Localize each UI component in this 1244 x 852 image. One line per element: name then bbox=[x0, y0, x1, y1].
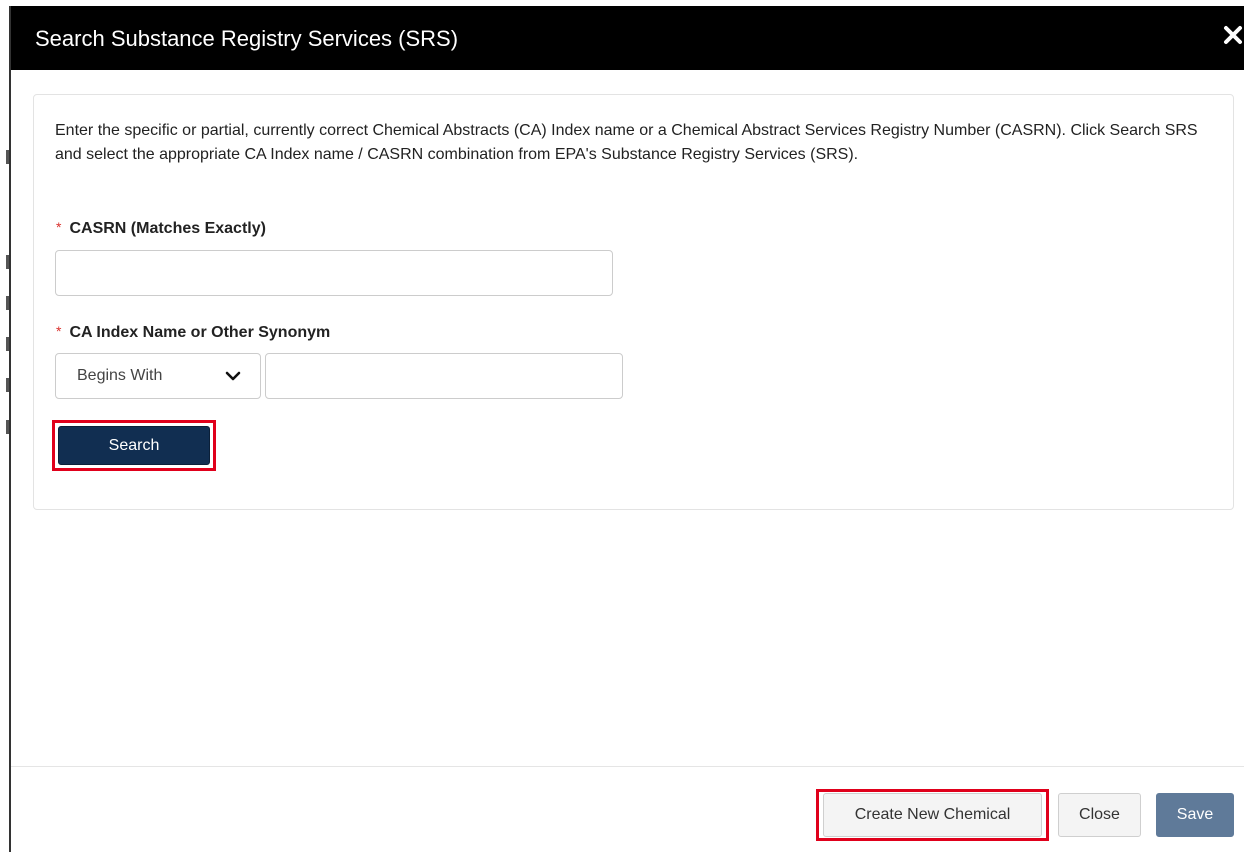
create-new-chemical-highlight: Create New Chemical bbox=[816, 789, 1049, 841]
chevron-down-icon bbox=[224, 369, 242, 383]
footer-divider bbox=[11, 766, 1244, 767]
srs-search-dialog: Search Substance Registry Services (SRS)… bbox=[9, 6, 1244, 852]
match-mode-value: Begins With bbox=[77, 367, 163, 384]
ca-index-name-label-text: CA Index Name or Other Synonym bbox=[69, 324, 331, 341]
search-button[interactable]: Search bbox=[58, 426, 210, 465]
ca-index-name-label: * CA Index Name or Other Synonym bbox=[56, 323, 331, 342]
create-new-chemical-button[interactable]: Create New Chemical bbox=[823, 793, 1042, 837]
required-asterisk: * bbox=[56, 219, 62, 235]
save-button[interactable]: Save bbox=[1156, 793, 1234, 837]
close-button[interactable]: Close bbox=[1058, 793, 1141, 837]
dialog-title: Search Substance Registry Services (SRS) bbox=[35, 26, 459, 51]
match-mode-select[interactable]: Begins With bbox=[55, 353, 261, 399]
close-icon[interactable] bbox=[1222, 24, 1244, 46]
ca-index-name-input[interactable] bbox=[265, 353, 623, 399]
casrn-label-text: CASRN (Matches Exactly) bbox=[69, 220, 266, 237]
search-panel: Enter the specific or partial, currently… bbox=[33, 94, 1234, 510]
instructions-text: Enter the specific or partial, currently… bbox=[55, 122, 1198, 163]
dialog-header: Search Substance Registry Services (SRS) bbox=[11, 6, 1244, 70]
search-button-highlight: Search bbox=[52, 420, 216, 471]
required-asterisk: * bbox=[56, 323, 62, 339]
casrn-input[interactable] bbox=[55, 250, 613, 296]
casrn-label: * CASRN (Matches Exactly) bbox=[56, 219, 266, 238]
